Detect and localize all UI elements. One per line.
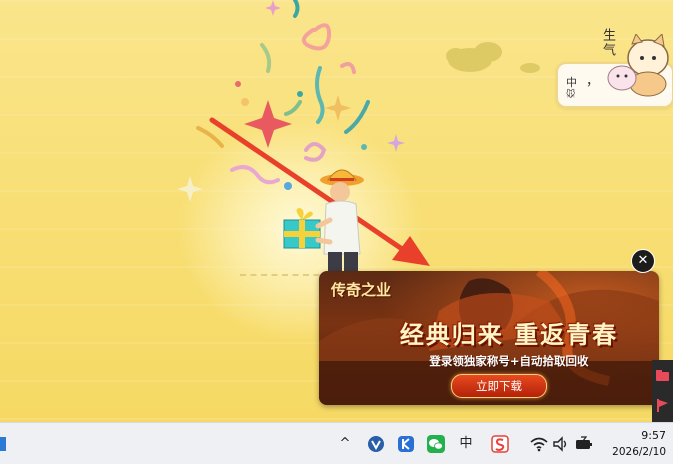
confetti-ribbon [304, 142, 327, 162]
confetti-ribbon [260, 43, 272, 73]
confetti-dot [235, 81, 241, 87]
show-hidden-icons-chevron[interactable]: ^ [338, 434, 352, 454]
game-ad-popup[interactable]: 传奇之业 经典归来 重返青春 登录领独家称号+自动拾取回收 立即下载 [319, 271, 659, 405]
wifi-icon[interactable] [530, 434, 548, 454]
confetti-ribbon [284, 100, 302, 116]
confetti-ribbon [315, 66, 325, 124]
start-button[interactable] [0, 437, 6, 451]
ad-game-logo: 传奇之业 [331, 281, 392, 299]
star-decoration [387, 134, 405, 152]
star-decoration [265, 0, 281, 16]
boy-with-gift-illustration [283, 169, 364, 272]
confetti-ribbon [293, 0, 300, 18]
ime-language-tray[interactable]: 中 [458, 434, 474, 454]
ad-subtitle: 登录领独家称号+自动拾取回收 [429, 354, 589, 368]
star-decoration [244, 100, 292, 148]
wechat-icon[interactable] [426, 434, 446, 454]
confetti-ribbon [344, 100, 370, 134]
security-app-icon[interactable] [366, 434, 386, 454]
ad-close-button[interactable]: ✕ [631, 249, 655, 273]
battery-charging-icon[interactable] [574, 434, 594, 454]
sogou-input-icon[interactable] [490, 434, 510, 454]
cloud-decoration [446, 42, 540, 73]
ime-mouse-icon: 🐭 [566, 90, 576, 100]
folder-icon[interactable] [655, 368, 670, 383]
ad-download-button[interactable]: 立即下载 [451, 374, 547, 398]
confetti-dot [297, 91, 303, 97]
k-app-icon[interactable] [396, 434, 416, 454]
confetti-ribbon [196, 126, 224, 148]
confetti-ribbon [301, 23, 332, 51]
cat-sticker-icon [607, 34, 669, 97]
clock-date[interactable]: 2026/2/10 [606, 446, 666, 458]
star-decoration [177, 176, 203, 202]
star-decoration [325, 95, 351, 121]
taskbar: ^ 中 9:57 2026/2/10 [0, 422, 673, 464]
ad-headline: 经典归来 重返青春 [399, 320, 619, 349]
flag-icon[interactable] [655, 398, 670, 413]
clock-time[interactable]: 9:57 [630, 429, 666, 442]
side-toolbar [652, 360, 673, 422]
confetti-dot [241, 98, 249, 106]
confetti-ribbon [340, 62, 356, 74]
speaker-icon[interactable] [552, 434, 570, 454]
confetti-dot [361, 144, 367, 150]
ime-punctuation-indicator[interactable]: ， [586, 70, 599, 89]
ime-language-indicator[interactable]: 中 [566, 74, 577, 90]
